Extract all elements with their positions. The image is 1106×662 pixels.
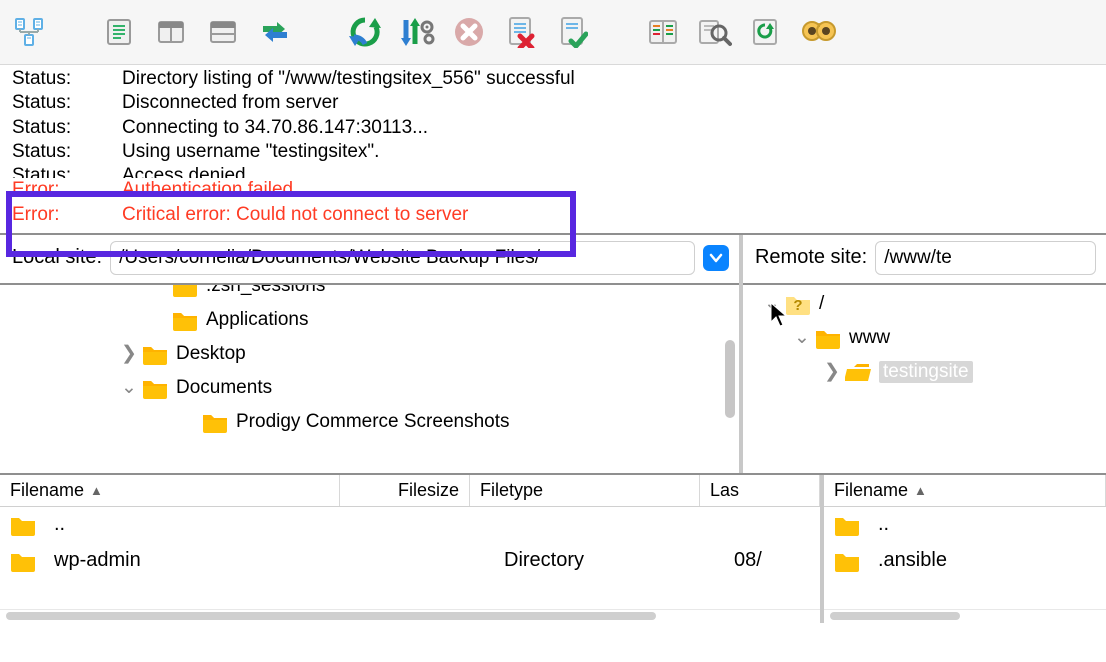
layout-icon[interactable] [202, 11, 244, 53]
log-label: Status: [12, 67, 122, 91]
folder-icon [10, 514, 36, 536]
chevron-right-icon[interactable]: ❯ [120, 342, 138, 365]
process-queue-icon[interactable] [396, 11, 438, 53]
chevron-down-icon[interactable]: ⌄ [120, 376, 138, 399]
log-message: Directory listing of "/www/testingsitex_… [122, 67, 1100, 91]
chevron-down-icon[interactable]: ⌄ [793, 326, 811, 349]
sort-asc-icon: ▲ [90, 483, 103, 498]
folder-icon [834, 514, 860, 536]
tree-item-selected: testingsite [879, 361, 973, 383]
cancel-icon[interactable] [448, 11, 490, 53]
horizontal-scrollbar[interactable] [824, 609, 1106, 623]
chevron-down-icon[interactable]: ⌄ [763, 292, 781, 315]
remove-icon[interactable] [500, 11, 542, 53]
local-file-list: Filename▲ Filesize Filetype Las .. wp-ad… [0, 475, 824, 623]
remote-tree[interactable]: ⌄ ? / ⌄ www ❯ testingsite [743, 285, 1106, 473]
list-item[interactable]: .ansible [824, 543, 1106, 579]
local-path-dropdown[interactable] [703, 245, 729, 271]
chevron-right-icon[interactable]: ❯ [823, 360, 841, 383]
folder-icon [172, 309, 198, 331]
panels-icon[interactable] [150, 11, 192, 53]
horizontal-scrollbar[interactable] [0, 609, 820, 623]
remote-pane: Remote site: ⌄ ? / ⌄ www ❯ testingsite [743, 235, 1106, 473]
svg-text:?: ? [793, 297, 802, 314]
find-icon[interactable] [798, 11, 840, 53]
list-item[interactable]: .. [0, 507, 820, 543]
list-item[interactable]: wp-admin Directory 08/ [0, 543, 820, 579]
vertical-scrollbar[interactable] [725, 340, 735, 418]
tree-item-label: .zsn_sessions [206, 285, 325, 297]
log-error-label: Error: [12, 178, 122, 202]
folder-icon [172, 285, 198, 297]
folder-icon [834, 550, 860, 572]
refresh-icon[interactable] [344, 11, 386, 53]
local-pane: Local site: .zsn_sessions Applications ❯… [0, 235, 743, 473]
remote-path-input[interactable] [875, 241, 1096, 275]
remote-file-list: Filename▲ .. .ansible [824, 475, 1106, 623]
local-path-input[interactable] [110, 241, 695, 275]
log-error-message: Authentication failed. [122, 178, 1100, 202]
folder-icon [142, 377, 168, 399]
unknown-folder-icon: ? [785, 293, 811, 315]
compare-icon[interactable] [642, 11, 684, 53]
folder-open-icon [845, 361, 871, 383]
check-icon[interactable] [552, 11, 594, 53]
folder-icon [10, 550, 36, 572]
transfer-icon[interactable] [254, 11, 296, 53]
list-item[interactable]: .. [824, 507, 1106, 543]
notes-icon[interactable] [98, 11, 140, 53]
folder-icon [815, 327, 841, 349]
site-manager-icon[interactable] [8, 11, 50, 53]
sync-icon[interactable] [746, 11, 788, 53]
folder-icon [142, 343, 168, 365]
local-site-label: Local site: [12, 246, 102, 269]
toolbar [0, 0, 1106, 65]
message-log: Status:Directory listing of "/www/testin… [0, 65, 1106, 227]
local-columns[interactable]: Filename▲ Filesize Filetype Las [0, 475, 820, 507]
remote-columns[interactable]: Filename▲ [824, 475, 1106, 507]
folder-icon [202, 411, 228, 433]
local-tree[interactable]: .zsn_sessions Applications ❯ Desktop ⌄ D… [0, 285, 739, 473]
remote-site-label: Remote site: [755, 246, 867, 269]
search-icon[interactable] [694, 11, 736, 53]
sort-asc-icon: ▲ [914, 483, 927, 498]
